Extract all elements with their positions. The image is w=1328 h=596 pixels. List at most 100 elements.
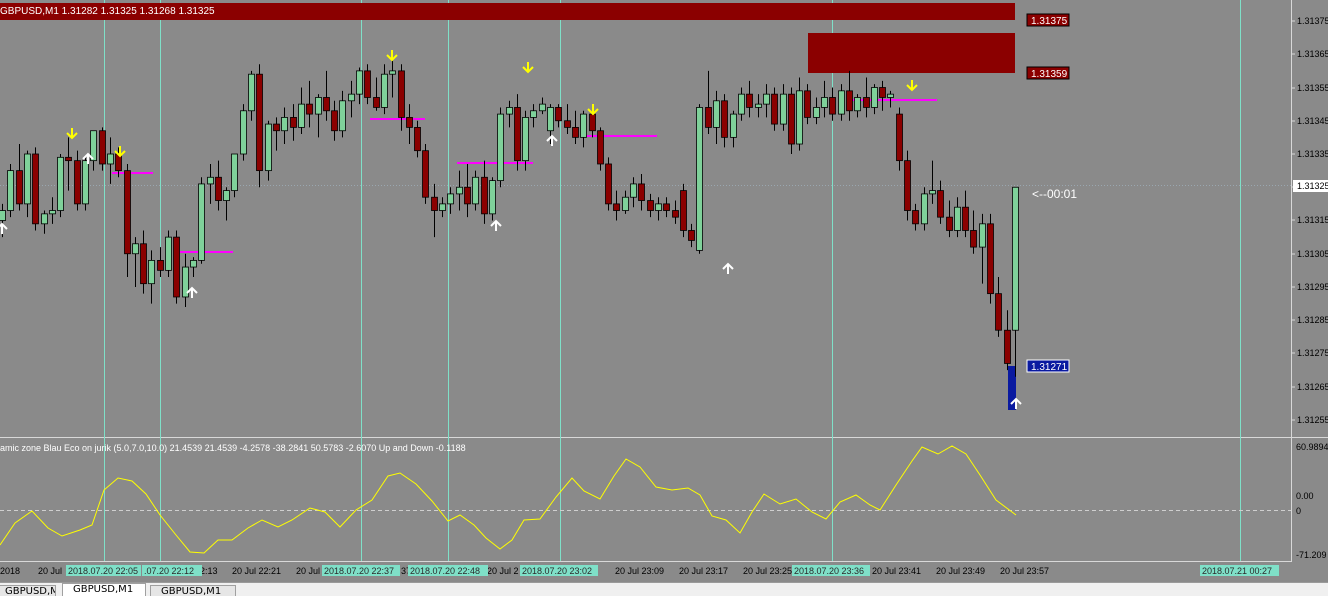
candle-body [140,243,147,285]
price-axis-label: 1.31315 [1297,215,1328,225]
candle-body [165,236,172,271]
candle-body [630,183,637,198]
candle-body [339,100,346,132]
main-panel-bg [0,0,1291,436]
candle-body [763,93,770,105]
price-axis-label: 1.31255 [1297,415,1328,425]
chart-area[interactable]: GBPUSD,M1 1.31282 1.31325 1.31268 1.3132… [0,0,1328,582]
candle-body [16,170,23,205]
candle-body [173,236,180,298]
candle-body [24,153,31,205]
candle-body [431,196,438,211]
candle-body [74,160,81,205]
current-price-tag: 1.31325 [1297,181,1328,191]
candle-body [655,203,662,211]
candle-body [464,186,471,205]
candle-body [256,73,263,172]
candle-body [265,123,272,172]
candle-body [580,113,587,138]
candle-body [348,93,355,102]
candle-body [613,203,620,211]
time-axis-label: 20 Jul 23:25 [743,566,792,576]
candle-body [198,183,205,261]
candle-body [838,90,845,115]
candle-body [597,130,604,165]
time-highlight-label: 2018.07.21 00:27 [1202,566,1272,576]
candle-body [456,186,463,195]
candle-body [738,93,745,115]
candle-body [962,206,969,231]
candle-body [422,150,429,198]
indicator-scale-label: 0.00 [1296,491,1314,501]
price-axis-label: 1.31345 [1297,116,1328,126]
tab-gbpusd-m1-3[interactable]: GBPUSD,M1 [150,585,236,596]
supply-zone-upper [808,33,1015,73]
candle-body [937,190,944,218]
candle-body [481,176,488,215]
price-axis-label: 1.31275 [1297,348,1328,358]
price-axis-label: 1.31305 [1297,249,1328,259]
indicator-panel-bg [0,439,1291,560]
candle-body [647,200,654,211]
time-highlight-label: .07.20 22:12 [144,566,194,576]
candle-body [290,117,297,128]
countdown-label: <--00:01 [1032,187,1077,201]
tab-gbpusd-m1-1[interactable]: GBPUSD,M1 [0,585,56,596]
candle-body [995,293,1002,331]
time-axis-label: 20 Jul 2 [487,566,519,576]
candle-body [921,193,928,225]
price-axis-label: 1.31355 [1297,83,1328,93]
candle-body [663,203,670,211]
candle-body [0,210,6,221]
indicator-scale-label: 0 [1296,506,1301,516]
price-axis-label: 1.31335 [1297,149,1328,159]
candle-body [589,113,596,132]
time-axis-label: 20 Jul [296,566,320,576]
candle-body [157,259,164,271]
candle-body [148,259,155,285]
candle-body [107,153,114,165]
candle-body [364,70,371,98]
tab-gbpusd-m1-active[interactable]: GBPUSD,M1 [62,583,146,596]
time-axis-label: 20 Jul 23:41 [872,566,921,576]
candle-body [215,176,222,201]
candle-body [564,120,571,128]
zone-tag-lower: 1.31271 [1031,362,1068,373]
candle-body [522,117,529,162]
price-axis-label: 1.31375 [1297,16,1328,26]
candle-body [622,196,629,211]
candle-body [439,203,446,211]
indicator-scale-label: 60.9894 [1296,442,1328,452]
candle-body [696,107,703,251]
candle-body [672,210,679,218]
candle-body [41,213,48,225]
candle-body [680,190,687,231]
time-highlight-label: 2018.07.20 23:36 [794,566,864,576]
candle-body [813,107,820,118]
candle-body [530,110,537,118]
candle-body [796,90,803,145]
time-highlight-label: 2018.07.20 22:05 [68,566,138,576]
candle-body [896,113,903,162]
candle-body [389,70,396,75]
candle-body [846,90,853,112]
candle-body [514,107,521,162]
candle-body [804,90,811,118]
candle-body [721,100,728,138]
candle-body [912,210,919,225]
candle-body [730,113,737,138]
candle-body [929,190,936,195]
candle-body [447,193,454,205]
candle-body [373,97,380,108]
candle-body [713,100,720,128]
candle-body [854,97,861,112]
candle-body [49,210,56,215]
candle-body [190,259,197,268]
candle-body [746,93,753,108]
candle-body [331,110,338,132]
time-axis-label: 20 Jul [38,566,62,576]
candle-body [879,87,886,98]
candle-body [572,127,579,138]
price-axis-label: 1.31365 [1297,49,1328,59]
time-highlight-label: 2018.07.20 22:48 [410,566,480,576]
